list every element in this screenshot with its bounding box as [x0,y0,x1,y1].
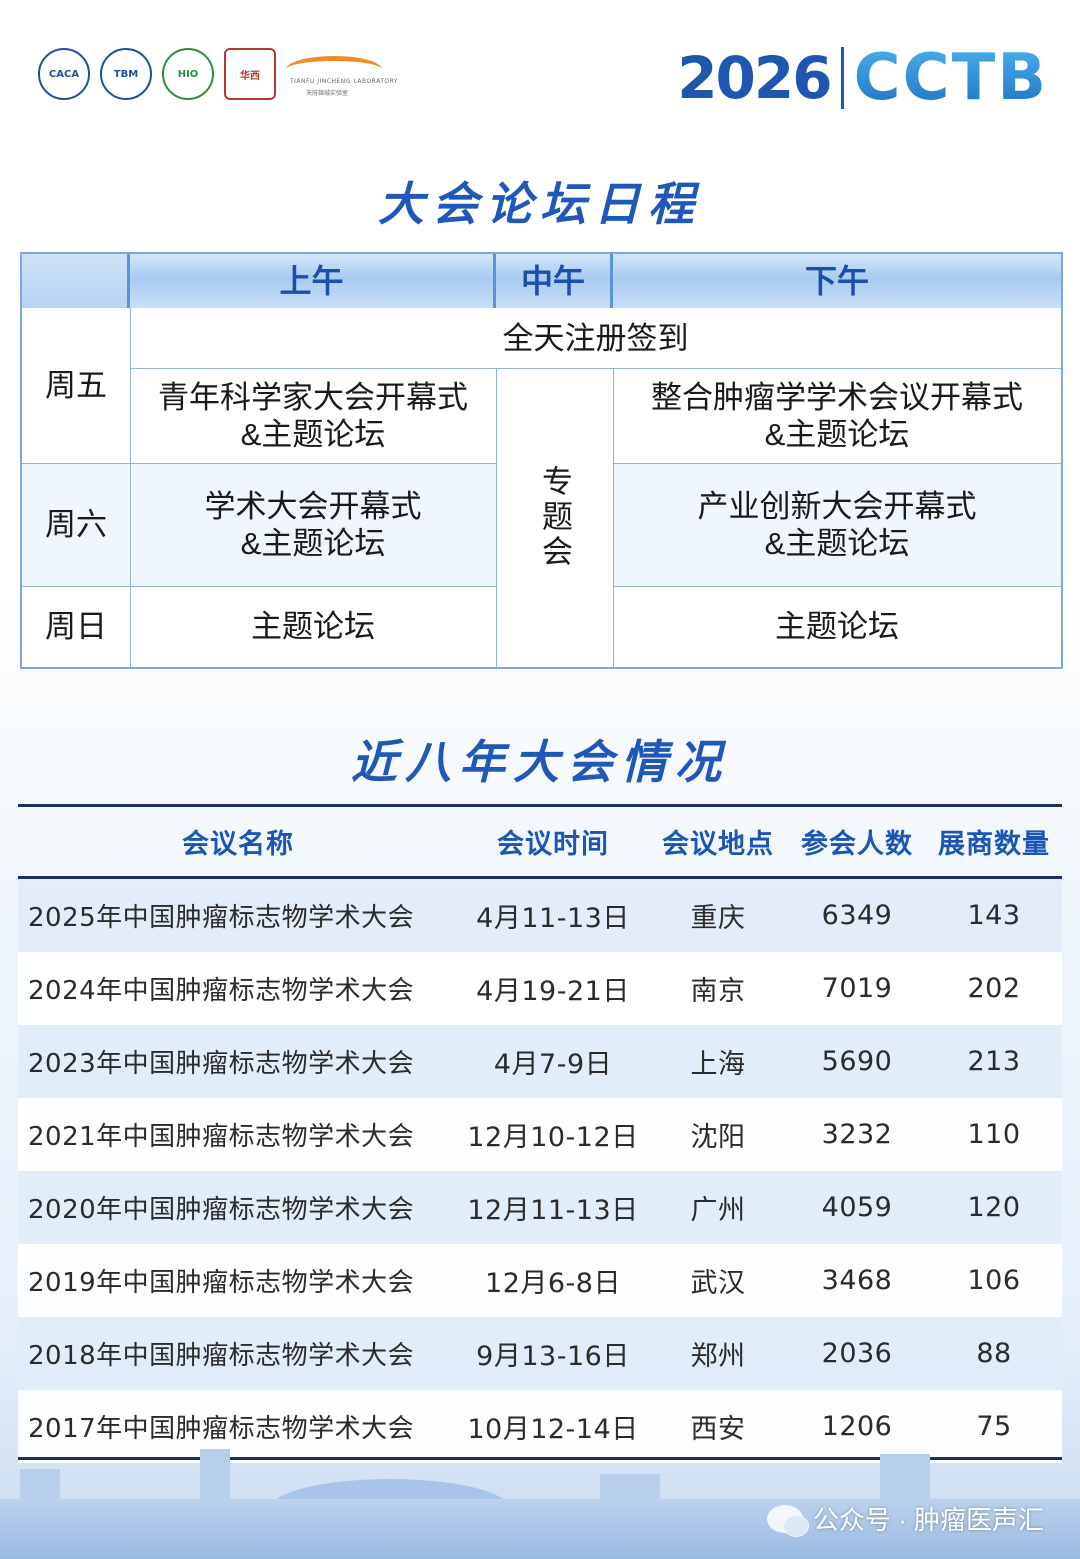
day-sunday: 周日 [45,609,107,644]
cell-exhibitors: 110 [967,1119,1021,1150]
saturday-morning-cell: 学术大会开幕式 &主题论坛 [130,463,496,586]
cell-attendees: 5690 [821,1046,893,1077]
table-row: 2020年中国肿瘤标志物学术大会 12月11-13日 广州 4059 120 [18,1171,1062,1244]
cell-meeting-time: 12月10-12日 [467,1122,639,1153]
grid-line [130,368,1061,369]
cell-meeting-name: 2021年中国肿瘤标志物学术大会 [28,1122,415,1152]
history-title: 近八年大会情况 [351,735,729,789]
schedule-corner [22,254,130,308]
day-saturday: 周六 [22,463,130,586]
grid-line [613,463,1061,464]
watermark: 公众号 · 肿瘤医声汇 [766,1500,1044,1537]
sunday-morning-cell: 主题论坛 [251,609,375,644]
saturday-afternoon-cell: 产业创新大会开幕式 &主题论坛 [613,463,1061,586]
grid-line [22,586,496,587]
cell-meeting-time: 12月11-13日 [467,1195,639,1226]
friday-morning-cell: 青年科学家大会开幕式 &主题论坛 [158,379,468,452]
cell-meeting-time: 4月7-9日 [493,1049,613,1080]
brand-year: 2026 [677,44,832,112]
registration-cell: 全天注册签到 [502,320,689,356]
grid-line [613,368,614,667]
friday-afternoon-cell: 整合肿瘤学学术会议开幕式 &主题论坛 [651,379,1023,452]
table-row: 2023年中国肿瘤标志物学术大会 4月7-9日 上海 5690 213 [18,1025,1062,1098]
cell-attendees: 3468 [821,1265,893,1296]
hio-logo: HIO [162,48,214,100]
cell-exhibitors: 213 [967,1046,1021,1077]
brand-name: CCTB [853,41,1048,115]
wechat-icon [766,1504,809,1537]
grid-line [22,463,496,464]
header-afternoon: 下午 [613,254,1061,308]
tbm-logo: TBM [100,48,152,100]
cell-exhibitors: 202 [967,973,1021,1004]
cell-meeting-time: 12月6-8日 [485,1268,621,1299]
cell-attendees: 7019 [821,973,893,1004]
grid-line [130,308,131,667]
cell-meeting-name: 2018年中国肿瘤标志物学术大会 [28,1341,415,1371]
table-row: 2018年中国肿瘤标志物学术大会 9月13-16日 郑州 2036 88 [18,1317,1062,1390]
china-anti-cancer-association-logo: CACA [38,48,90,100]
cctb-2026-brand: 2026 CCTB [677,41,1048,115]
cell-meeting-location: 沈阳 [690,1122,746,1153]
cell-meeting-name: 2020年中国肿瘤标志物学术大会 [28,1195,415,1225]
sunday-afternoon-cell: 主题论坛 [775,609,899,644]
cell-attendees: 3232 [821,1119,893,1150]
cell-exhibitors: 143 [967,900,1021,931]
cell-attendees: 6349 [821,900,893,931]
cell-meeting-location: 上海 [690,1049,746,1080]
table-row: 2019年中国肿瘤标志物学术大会 12月6-8日 武汉 3468 106 [18,1244,1062,1317]
cell-meeting-time: 4月19-21日 [476,976,630,1007]
cell-exhibitors: 120 [967,1192,1021,1223]
cell-meeting-location: 郑州 [690,1341,746,1372]
table-row: 2021年中国肿瘤标志物学术大会 12月10-12日 沈阳 3232 110 [18,1098,1062,1171]
header-exhibitors: 展商数量 [938,829,1050,859]
header-meeting-location: 会议地点 [662,829,774,859]
grid-line [496,368,497,667]
header-meeting-name: 会议名称 [182,829,294,859]
table-row: 2024年中国肿瘤标志物学术大会 4月19-21日 南京 7019 202 [18,952,1062,1025]
cell-meeting-location: 南京 [690,976,746,1007]
cell-meeting-location: 广州 [690,1195,746,1226]
partner-logos: CACA TBM HIO 华西 TIANFU JINCHENG LABORATO… [38,48,398,100]
cell-meeting-name: 2023年中国肿瘤标志物学术大会 [28,1049,415,1079]
schedule-title: 大会论坛日程 [378,177,702,231]
grid-line [613,586,1061,587]
cell-meeting-name: 2019年中国肿瘤标志物学术大会 [28,1268,415,1298]
history-table: 会议名称 会议时间 会议地点 参会人数 展商数量 2025年中国肿瘤标志物学术大… [18,804,1062,1463]
schedule-table: 上午 中午 下午 周五 周六 周日 全天注册签到 青年科学家大会开幕式 &主题论… [20,252,1063,669]
header-noon: 中午 [496,254,613,308]
cell-exhibitors: 106 [967,1265,1021,1296]
cell-meeting-name: 2024年中国肿瘤标志物学术大会 [28,976,415,1006]
cell-attendees: 4059 [821,1192,893,1223]
cell-meeting-location: 重庆 [690,903,746,934]
header-meeting-time: 会议时间 [497,829,609,859]
cell-meeting-time: 9月13-16日 [476,1341,630,1372]
day-friday: 周五 [45,368,107,403]
tianfu-jincheng-laboratory-logo: TIANFU JINCHENG LABORATORY 天府锦城实验室 [286,48,398,100]
cell-attendees: 2036 [821,1338,893,1369]
noon-special-session-cell: 专题会 [496,368,613,667]
cell-meeting-location: 武汉 [690,1268,746,1299]
cell-meeting-name: 2025年中国肿瘤标志物学术大会 [28,903,415,933]
hospital-logo: 华西 [224,48,276,100]
header-attendees: 参会人数 [801,829,913,859]
cell-meeting-time: 4月11-13日 [476,903,630,934]
header-morning: 上午 [130,254,496,308]
cell-exhibitors: 88 [976,1338,1012,1369]
brand-divider [840,47,844,109]
table-row: 2025年中国肿瘤标志物学术大会 4月11-13日 重庆 6349 143 [18,879,1062,952]
